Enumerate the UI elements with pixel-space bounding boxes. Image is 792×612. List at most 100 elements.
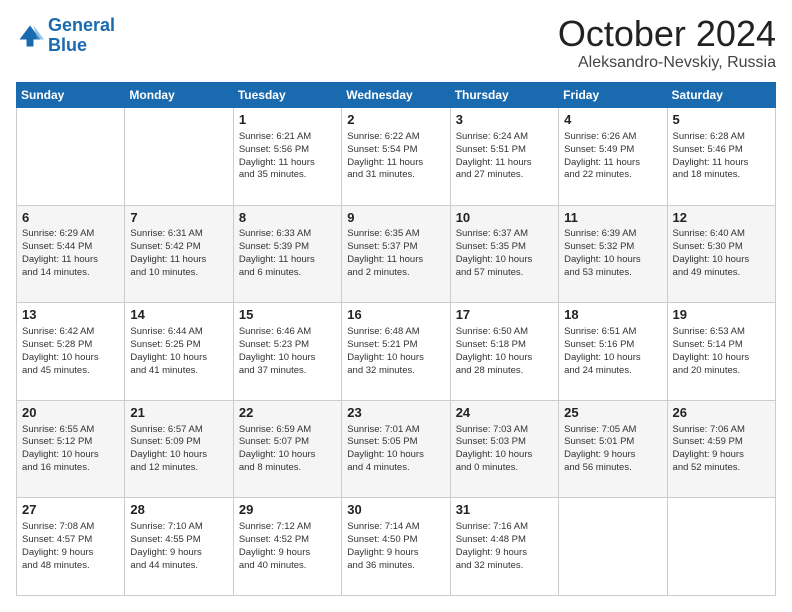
day-number: 5 <box>673 112 770 129</box>
day-info: Sunrise: 6:55 AM Sunset: 5:12 PM Dayligh… <box>22 424 119 475</box>
table-row: 8Sunrise: 6:33 AM Sunset: 5:39 PM Daylig… <box>233 205 341 303</box>
table-row <box>559 498 667 596</box>
header-saturday: Saturday <box>667 83 775 108</box>
day-number: 16 <box>347 307 444 324</box>
table-row: 2Sunrise: 6:22 AM Sunset: 5:54 PM Daylig… <box>342 108 450 206</box>
table-row: 28 Sunrise: 7:10 AM Sunset: 4:55 PM Dayli… <box>125 498 233 596</box>
day-number: 31 <box>456 502 553 519</box>
day-number: 7 <box>130 210 227 227</box>
table-row: 11Sunrise: 6:39 AM Sunset: 5:32 PM Dayli… <box>559 205 667 303</box>
day-number: 2 <box>347 112 444 129</box>
day-number: 10 <box>456 210 553 227</box>
day-info: Sunrise: 6:31 AM Sunset: 5:42 PM Dayligh… <box>130 228 227 279</box>
day-info: Sunrise: 6:33 AM Sunset: 5:39 PM Dayligh… <box>239 228 336 279</box>
table-row: 25 Sunrise: 7:05 AM Sunset: 5:01 PM Dayli… <box>559 400 667 498</box>
day-info: Sunrise: 6:51 AM Sunset: 5:16 PM Dayligh… <box>564 326 661 377</box>
day-number: 14 <box>130 307 227 324</box>
header-thursday: Thursday <box>450 83 558 108</box>
table-row: 13 Sunrise: 6:42 AM Sunset: 5:28 PM Dayli… <box>17 303 125 401</box>
day-info: Sunrise: 6:59 AM Sunset: 5:07 PM Dayligh… <box>239 424 336 475</box>
day-info: Sunrise: 6:24 AM Sunset: 5:51 PM Dayligh… <box>456 131 553 182</box>
day-number: 4 <box>564 112 661 129</box>
day-info: Sunrise: 6:29 AM Sunset: 5:44 PM Dayligh… <box>22 228 119 279</box>
day-number: 18 <box>564 307 661 324</box>
day-number: 20 <box>22 405 119 422</box>
table-row: 19 Sunrise: 6:53 AM Sunset: 5:14 PM Dayli… <box>667 303 775 401</box>
table-row: 10Sunrise: 6:37 AM Sunset: 5:35 PM Dayli… <box>450 205 558 303</box>
table-row: 27 Sunrise: 7:08 AM Sunset: 4:57 PM Dayli… <box>17 498 125 596</box>
table-row <box>125 108 233 206</box>
day-info: Sunrise: 6:44 AM Sunset: 5:25 PM Dayligh… <box>130 326 227 377</box>
day-info: Sunrise: 6:37 AM Sunset: 5:35 PM Dayligh… <box>456 228 553 279</box>
table-row: 14 Sunrise: 6:44 AM Sunset: 5:25 PM Dayli… <box>125 303 233 401</box>
day-info: Sunrise: 7:12 AM Sunset: 4:52 PM Dayligh… <box>239 521 336 572</box>
day-number: 19 <box>673 307 770 324</box>
table-row: 26 Sunrise: 7:06 AM Sunset: 4:59 PM Dayli… <box>667 400 775 498</box>
day-number: 11 <box>564 210 661 227</box>
day-info: Sunrise: 6:48 AM Sunset: 5:21 PM Dayligh… <box>347 326 444 377</box>
day-info: Sunrise: 6:21 AM Sunset: 5:56 PM Dayligh… <box>239 131 336 182</box>
day-info: Sunrise: 7:05 AM Sunset: 5:01 PM Dayligh… <box>564 424 661 475</box>
table-row: 6Sunrise: 6:29 AM Sunset: 5:44 PM Daylig… <box>17 205 125 303</box>
table-row: 7Sunrise: 6:31 AM Sunset: 5:42 PM Daylig… <box>125 205 233 303</box>
day-info: Sunrise: 7:14 AM Sunset: 4:50 PM Dayligh… <box>347 521 444 572</box>
calendar-week-row: 6Sunrise: 6:29 AM Sunset: 5:44 PM Daylig… <box>17 205 776 303</box>
header-sunday: Sunday <box>17 83 125 108</box>
day-info: Sunrise: 6:53 AM Sunset: 5:14 PM Dayligh… <box>673 326 770 377</box>
header-wednesday: Wednesday <box>342 83 450 108</box>
logo: General Blue <box>16 16 115 56</box>
day-info: Sunrise: 6:46 AM Sunset: 5:23 PM Dayligh… <box>239 326 336 377</box>
title-block: October 2024 Aleksandro-Nevskiy, Russia <box>558 16 776 72</box>
day-info: Sunrise: 7:16 AM Sunset: 4:48 PM Dayligh… <box>456 521 553 572</box>
logo-line2: Blue <box>48 35 87 55</box>
table-row: 18 Sunrise: 6:51 AM Sunset: 5:16 PM Dayli… <box>559 303 667 401</box>
day-info: Sunrise: 7:03 AM Sunset: 5:03 PM Dayligh… <box>456 424 553 475</box>
day-info: Sunrise: 7:01 AM Sunset: 5:05 PM Dayligh… <box>347 424 444 475</box>
calendar-week-row: 1 Sunrise: 6:21 AM Sunset: 5:56 PM Daylig… <box>17 108 776 206</box>
day-info: Sunrise: 6:40 AM Sunset: 5:30 PM Dayligh… <box>673 228 770 279</box>
calendar-table: Sunday Monday Tuesday Wednesday Thursday… <box>16 82 776 596</box>
table-row: 22 Sunrise: 6:59 AM Sunset: 5:07 PM Dayli… <box>233 400 341 498</box>
day-number: 26 <box>673 405 770 422</box>
day-number: 22 <box>239 405 336 422</box>
day-number: 25 <box>564 405 661 422</box>
day-number: 27 <box>22 502 119 519</box>
day-number: 8 <box>239 210 336 227</box>
table-row: 20 Sunrise: 6:55 AM Sunset: 5:12 PM Dayli… <box>17 400 125 498</box>
day-info: Sunrise: 6:50 AM Sunset: 5:18 PM Dayligh… <box>456 326 553 377</box>
day-info: Sunrise: 7:06 AM Sunset: 4:59 PM Dayligh… <box>673 424 770 475</box>
logo-line1: General <box>48 15 115 35</box>
day-info: Sunrise: 6:28 AM Sunset: 5:46 PM Dayligh… <box>673 131 770 182</box>
day-info: Sunrise: 6:26 AM Sunset: 5:49 PM Dayligh… <box>564 131 661 182</box>
day-number: 23 <box>347 405 444 422</box>
day-info: Sunrise: 6:39 AM Sunset: 5:32 PM Dayligh… <box>564 228 661 279</box>
table-row: 31 Sunrise: 7:16 AM Sunset: 4:48 PM Dayli… <box>450 498 558 596</box>
table-row: 3Sunrise: 6:24 AM Sunset: 5:51 PM Daylig… <box>450 108 558 206</box>
page: General Blue October 2024 Aleksandro-Nev… <box>0 0 792 612</box>
table-row: 24Sunrise: 7:03 AM Sunset: 5:03 PM Dayli… <box>450 400 558 498</box>
table-row <box>17 108 125 206</box>
day-number: 9 <box>347 210 444 227</box>
header-monday: Monday <box>125 83 233 108</box>
table-row: 5 Sunrise: 6:28 AM Sunset: 5:46 PM Daylig… <box>667 108 775 206</box>
header: General Blue October 2024 Aleksandro-Nev… <box>16 16 776 72</box>
calendar-week-row: 27 Sunrise: 7:08 AM Sunset: 4:57 PM Dayli… <box>17 498 776 596</box>
day-info: Sunrise: 7:10 AM Sunset: 4:55 PM Dayligh… <box>130 521 227 572</box>
location: Aleksandro-Nevskiy, Russia <box>558 54 776 72</box>
day-info: Sunrise: 6:42 AM Sunset: 5:28 PM Dayligh… <box>22 326 119 377</box>
day-info: Sunrise: 7:08 AM Sunset: 4:57 PM Dayligh… <box>22 521 119 572</box>
day-number: 15 <box>239 307 336 324</box>
table-row: 29 Sunrise: 7:12 AM Sunset: 4:52 PM Dayli… <box>233 498 341 596</box>
header-friday: Friday <box>559 83 667 108</box>
day-number: 28 <box>130 502 227 519</box>
day-number: 13 <box>22 307 119 324</box>
day-info: Sunrise: 6:35 AM Sunset: 5:37 PM Dayligh… <box>347 228 444 279</box>
calendar-week-row: 20 Sunrise: 6:55 AM Sunset: 5:12 PM Dayli… <box>17 400 776 498</box>
table-row: 23 Sunrise: 7:01 AM Sunset: 5:05 PM Dayli… <box>342 400 450 498</box>
logo-icon <box>16 22 44 50</box>
day-number: 1 <box>239 112 336 129</box>
logo-text: General Blue <box>48 16 115 56</box>
table-row: 15 Sunrise: 6:46 AM Sunset: 5:23 PM Dayli… <box>233 303 341 401</box>
table-row: 16 Sunrise: 6:48 AM Sunset: 5:21 PM Dayli… <box>342 303 450 401</box>
day-number: 29 <box>239 502 336 519</box>
